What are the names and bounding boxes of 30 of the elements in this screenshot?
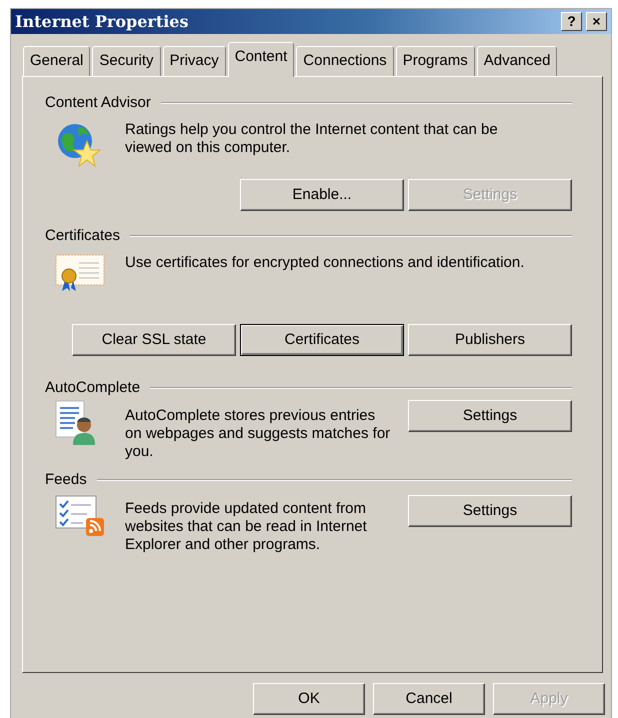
section-heading: Certificates <box>45 226 120 246</box>
description-text: Feeds provide updated content from websites that can be read in Internet Explorer and other programs. <box>125 499 368 554</box>
section-heading: Feeds <box>45 470 87 490</box>
tab[interactable]: Content <box>228 42 294 77</box>
tab[interactable]: Privacy <box>162 46 226 76</box>
dialog-button[interactable]: Enable... <box>240 179 404 211</box>
dialog-button[interactable]: Settings <box>408 400 572 432</box>
dialog-button[interactable]: Clear SSL state <box>72 324 236 356</box>
tab[interactable]: Security <box>92 46 161 76</box>
document-person-icon <box>55 400 97 446</box>
dialog-button[interactable]: OK <box>253 683 365 715</box>
window-title: Internet Properties <box>15 10 188 32</box>
section-heading: AutoComplete <box>45 378 140 398</box>
description-text: AutoComplete stores previous entries on webpages and suggests matches for you. <box>125 406 392 461</box>
dialog-button[interactable]: Publishers <box>408 324 572 356</box>
tab[interactable]: Connections <box>296 46 394 76</box>
dialog-button[interactable]: Settings <box>408 495 572 527</box>
tab[interactable]: General <box>23 46 90 76</box>
globe-star-icon <box>55 121 103 169</box>
help-button[interactable]: ? <box>561 12 582 31</box>
close-button[interactable]: × <box>586 12 607 31</box>
tab[interactable]: Programs <box>396 46 475 76</box>
dialog-button[interactable]: Certificates <box>240 324 404 356</box>
certificate-icon <box>55 254 105 292</box>
section-heading: Content Advisor <box>45 92 151 113</box>
description-text: Use certificates for encrypted connections and identification. <box>125 254 526 272</box>
tab[interactable]: Advanced <box>476 46 558 76</box>
description-text: Ratings help you control the Internet content that can be viewed on this computer. <box>125 121 499 157</box>
dialog-button[interactable]: Cancel <box>373 683 485 715</box>
feed-list-icon <box>55 495 105 537</box>
